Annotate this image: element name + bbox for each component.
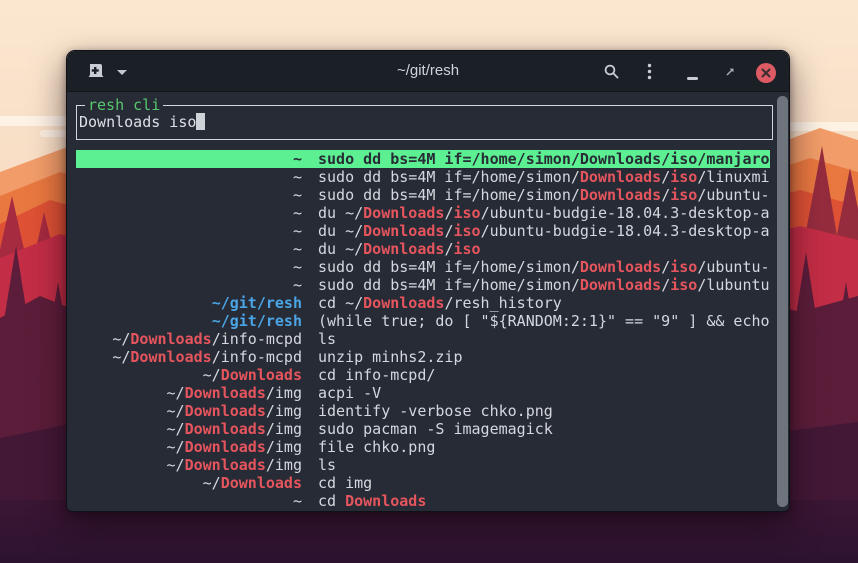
history-row[interactable]: ~/Downloads/img file chko.png <box>76 438 770 456</box>
row-directory: ~ <box>76 150 302 168</box>
row-directory: ~ <box>76 240 302 258</box>
history-row[interactable]: ~/git/resh cd ~/Downloads/resh_history <box>76 294 770 312</box>
row-directory: ~/Downloads/img <box>76 420 302 438</box>
history-row[interactable]: ~ sudo dd bs=4M if=/home/simon/Downloads/… <box>76 168 770 186</box>
row-command: du ~/Downloads/iso <box>318 240 770 258</box>
row-command: cd img <box>318 474 770 492</box>
history-row[interactable]: ~/Downloads/img identify -verbose chko.pn… <box>76 402 770 420</box>
history-row[interactable]: ~/git/resh (while true; do [ "${RANDOM:2:… <box>76 312 770 330</box>
row-command: sudo dd bs=4M if=/home/simon/Downloads/i… <box>318 258 770 276</box>
history-row[interactable]: ~/Downloads/img sudo pacman -S imagemagic… <box>76 420 770 438</box>
column-gap <box>302 258 318 276</box>
window-title: ~/git/resh <box>67 51 789 91</box>
row-directory: ~/Downloads/img <box>76 402 302 420</box>
column-gap <box>302 222 318 240</box>
row-command: du ~/Downloads/iso/ubuntu-budgie-18.04.3… <box>318 222 770 240</box>
history-row[interactable]: ~/Downloads cd info-mcpd/ <box>76 366 770 384</box>
column-gap <box>302 348 318 366</box>
history-row[interactable]: ~/Downloads/info-mcpd unzip minhs2.zip <box>76 348 770 366</box>
history-row[interactable]: ~/Downloads/img ls <box>76 456 770 474</box>
history-row[interactable]: ~ du ~/Downloads/iso/ubuntu-budgie-18.04.… <box>76 204 770 222</box>
row-directory: ~ <box>76 186 302 204</box>
row-directory: ~/Downloads/img <box>76 438 302 456</box>
column-gap <box>302 150 318 168</box>
column-gap <box>302 456 318 474</box>
restore-icon[interactable] <box>724 66 736 78</box>
row-directory: ~/Downloads <box>76 474 302 492</box>
row-command: cd ~/Downloads/resh_history <box>318 294 770 312</box>
row-command: sudo dd bs=4M if=/home/simon/Downloads/i… <box>318 276 770 294</box>
history-list: ~ sudo dd bs=4M if=/home/simon/Downloads/… <box>76 150 770 510</box>
row-directory: ~/git/resh <box>76 294 302 312</box>
column-gap <box>302 276 318 294</box>
scrollbar[interactable] <box>777 96 788 507</box>
close-icon[interactable] <box>756 63 776 83</box>
desktop: ~/git/resh <box>0 0 858 563</box>
history-row[interactable]: ~ cd Downloads <box>76 492 770 510</box>
history-row[interactable]: ~/Downloads/img acpi -V <box>76 384 770 402</box>
column-gap <box>302 492 318 510</box>
row-command: acpi -V <box>318 384 770 402</box>
column-gap <box>302 420 318 438</box>
column-gap <box>302 294 318 312</box>
terminal-screen[interactable]: resh cli Downloads iso ~ sudo dd bs=4M if… <box>67 92 789 512</box>
row-directory: ~ <box>76 168 302 186</box>
row-directory: ~ <box>76 204 302 222</box>
menu-kebab-icon[interactable] <box>647 63 652 80</box>
column-gap <box>302 330 318 348</box>
row-command: sudo dd bs=4M if=/home/simon/Downloads/i… <box>318 168 770 186</box>
row-command: sudo pacman -S imagemagick <box>318 420 770 438</box>
titlebar: ~/git/resh <box>67 51 789 92</box>
column-gap <box>302 312 318 330</box>
row-directory: ~ <box>76 492 302 510</box>
column-gap <box>302 402 318 420</box>
row-command: (while true; do [ "${RANDOM:2:1}" == "9"… <box>318 312 770 330</box>
history-row[interactable]: ~ du ~/Downloads/iso/ubuntu-budgie-18.04.… <box>76 222 770 240</box>
terminal-window: ~/git/resh <box>66 50 790 512</box>
column-gap <box>302 204 318 222</box>
history-row[interactable]: ~/Downloads/info-mcpd ls <box>76 330 770 348</box>
row-command: cd info-mcpd/ <box>318 366 770 384</box>
row-command: sudo dd bs=4M if=/home/simon/Downloads/i… <box>318 186 770 204</box>
column-gap <box>302 168 318 186</box>
row-directory: ~/git/resh <box>76 312 302 330</box>
row-directory: ~/Downloads/img <box>76 456 302 474</box>
row-command: ls <box>318 330 770 348</box>
text-cursor <box>196 113 205 130</box>
column-gap <box>302 366 318 384</box>
row-command: du ~/Downloads/iso/ubuntu-budgie-18.04.3… <box>318 204 770 222</box>
minimize-icon[interactable] <box>687 77 698 80</box>
row-directory: ~/Downloads/info-mcpd <box>76 330 302 348</box>
row-command: cd Downloads <box>318 492 770 510</box>
history-row[interactable]: ~ du ~/Downloads/iso <box>76 240 770 258</box>
row-command: sudo dd bs=4M if=/home/simon/Downloads/i… <box>318 150 770 168</box>
row-directory: ~ <box>76 258 302 276</box>
row-command: unzip minhs2.zip <box>318 348 770 366</box>
column-gap <box>302 474 318 492</box>
row-directory: ~/Downloads/img <box>76 384 302 402</box>
history-row[interactable]: ~/Downloads cd img <box>76 474 770 492</box>
history-row[interactable]: ~ sudo dd bs=4M if=/home/simon/Downloads/… <box>76 276 770 294</box>
column-gap <box>302 186 318 204</box>
row-directory: ~ <box>76 222 302 240</box>
search-query-text: Downloads iso <box>79 113 196 131</box>
column-gap <box>302 384 318 402</box>
row-command: file chko.png <box>318 438 770 456</box>
row-directory: ~/Downloads <box>76 366 302 384</box>
row-command: identify -verbose chko.png <box>318 402 770 420</box>
column-gap <box>302 240 318 258</box>
search-icon[interactable] <box>603 63 620 80</box>
resh-search-panel: resh cli Downloads iso <box>76 105 773 140</box>
history-row-selected[interactable]: ~ sudo dd bs=4M if=/home/simon/Downloads/… <box>76 150 770 168</box>
history-row[interactable]: ~ sudo dd bs=4M if=/home/simon/Downloads/… <box>76 258 770 276</box>
history-row[interactable]: ~ sudo dd bs=4M if=/home/simon/Downloads/… <box>76 186 770 204</box>
column-gap <box>302 438 318 456</box>
row-directory: ~/Downloads/info-mcpd <box>76 348 302 366</box>
row-command: ls <box>318 456 770 474</box>
row-directory: ~ <box>76 276 302 294</box>
search-input[interactable]: Downloads iso <box>79 106 770 139</box>
